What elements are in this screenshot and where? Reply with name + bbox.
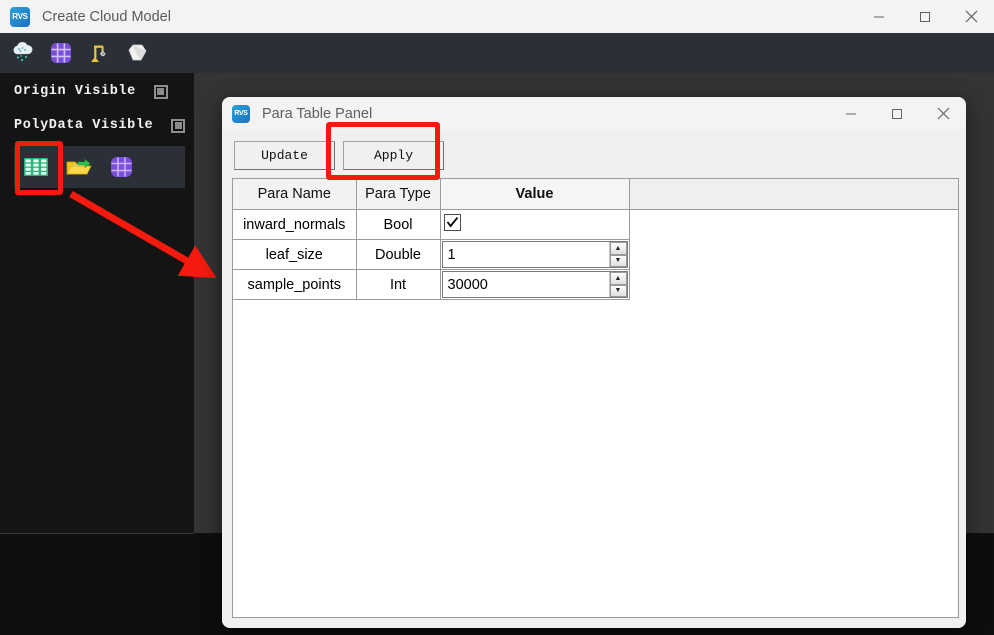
close-icon	[965, 10, 977, 23]
table-row[interactable]: inward_normals Bool	[233, 209, 958, 240]
spin-up-icon[interactable]: ▲	[609, 242, 627, 255]
maximize-icon	[892, 108, 902, 119]
leaf-size-spin-controls[interactable]: ▲ ▼	[608, 242, 627, 267]
polydata-visible-label: PolyData Visible	[14, 118, 154, 133]
polydata-visible-row: PolyData Visible	[14, 118, 186, 133]
column-header-para-name[interactable]: Para Name	[233, 179, 357, 210]
para-table-panel-dialog: RVS Para Table Panel Update Apply Para N…	[222, 97, 966, 628]
maximize-icon	[920, 11, 930, 22]
leaf-size-spinbox[interactable]: 1 ▲ ▼	[441, 241, 628, 268]
cell-para-type: Int	[356, 269, 441, 300]
app-root: RVS Create Cloud Model Origin Visible Po…	[0, 0, 994, 635]
polydata-visible-checkbox[interactable]	[171, 118, 186, 133]
mesh-globe-icon[interactable]	[100, 146, 143, 188]
column-header-filler	[629, 179, 958, 210]
cell-blank	[629, 269, 958, 300]
rvs-app-icon-label: RVS	[12, 12, 28, 21]
close-icon	[937, 107, 949, 120]
spin-up-icon[interactable]: ▲	[609, 272, 627, 285]
sample-points-value[interactable]: 30000	[443, 277, 609, 293]
page-title: Create Cloud Model	[42, 8, 171, 25]
para-table-container: Para Name Para Type Value inward_normals…	[232, 178, 959, 618]
main-toolbar	[0, 33, 994, 73]
origin-visible-label: Origin Visible	[14, 84, 136, 99]
origin-visible-row: Origin Visible	[14, 84, 168, 99]
table-row[interactable]: sample_points Int 30000 ▲ ▼	[233, 269, 958, 300]
table-row[interactable]: leaf_size Double 1 ▲ ▼	[233, 239, 958, 270]
open-folder-icon-glyph	[65, 158, 92, 175]
open-folder-icon[interactable]	[57, 146, 100, 188]
solid-model-icon-glyph	[128, 44, 147, 61]
dialog-action-buttons: Update Apply	[234, 141, 452, 170]
minimize-icon	[846, 113, 856, 114]
minimize-button[interactable]	[856, 0, 902, 33]
cell-para-type: Bool	[356, 209, 441, 240]
robot-arm-icon[interactable]	[82, 37, 116, 69]
spin-down-icon[interactable]: ▼	[609, 254, 627, 267]
window-controls	[856, 0, 994, 33]
dialog-window-controls	[828, 97, 966, 130]
cell-value[interactable]: 30000 ▲ ▼	[440, 269, 630, 300]
leaf-size-value[interactable]: 1	[443, 247, 609, 263]
sidebar-icon-strip	[14, 146, 185, 188]
dialog-body: Update Apply Para Name Para Type Value i…	[222, 130, 966, 628]
cell-blank	[629, 209, 958, 240]
dialog-app-icon-label: RVS	[234, 110, 248, 117]
column-header-value[interactable]: Value	[440, 179, 630, 210]
para-table-icon-glyph	[23, 158, 48, 176]
column-header-para-type[interactable]: Para Type	[356, 179, 441, 210]
close-button[interactable]	[948, 0, 994, 33]
point-cloud-icon-glyph	[13, 42, 33, 62]
dialog-title: Para Table Panel	[262, 105, 373, 122]
robot-arm-icon-glyph	[91, 45, 106, 62]
dialog-app-icon: RVS	[232, 104, 250, 123]
para-table-icon[interactable]	[14, 146, 57, 188]
dialog-titlebar[interactable]: RVS Para Table Panel	[222, 97, 966, 130]
sample-points-spin-controls[interactable]: ▲ ▼	[608, 272, 627, 297]
grid-mesh-icon-glyph	[51, 43, 71, 63]
dialog-maximize-button[interactable]	[874, 97, 920, 130]
cell-value[interactable]: 1 ▲ ▼	[440, 239, 630, 270]
cell-blank	[629, 239, 958, 270]
dialog-minimize-button[interactable]	[828, 97, 874, 130]
dialog-close-button[interactable]	[920, 97, 966, 130]
cell-para-type: Double	[356, 239, 441, 270]
rvs-app-icon: RVS	[10, 6, 30, 27]
cell-para-name: inward_normals	[233, 209, 357, 240]
checkmark-icon	[446, 217, 458, 228]
cell-value[interactable]	[440, 209, 630, 240]
grid-mesh-icon[interactable]	[44, 37, 78, 69]
solid-model-icon[interactable]	[120, 37, 154, 69]
table-header-row: Para Name Para Type Value	[233, 179, 958, 210]
minimize-icon	[874, 16, 884, 17]
left-control-panel	[0, 73, 194, 533]
apply-button[interactable]: Apply	[343, 141, 444, 170]
para-table: Para Name Para Type Value inward_normals…	[233, 179, 958, 300]
cell-para-name: sample_points	[233, 269, 357, 300]
point-cloud-icon[interactable]	[6, 37, 40, 69]
inward-normals-checkbox[interactable]	[443, 214, 461, 231]
spin-down-icon[interactable]: ▼	[609, 284, 627, 297]
update-button[interactable]: Update	[234, 141, 335, 170]
main-titlebar: RVS Create Cloud Model	[0, 0, 994, 33]
sample-points-spinbox[interactable]: 30000 ▲ ▼	[441, 271, 628, 298]
maximize-button[interactable]	[902, 0, 948, 33]
origin-visible-checkbox[interactable]	[153, 84, 168, 99]
mesh-globe-icon-glyph	[110, 157, 132, 177]
cell-para-name: leaf_size	[233, 239, 357, 270]
